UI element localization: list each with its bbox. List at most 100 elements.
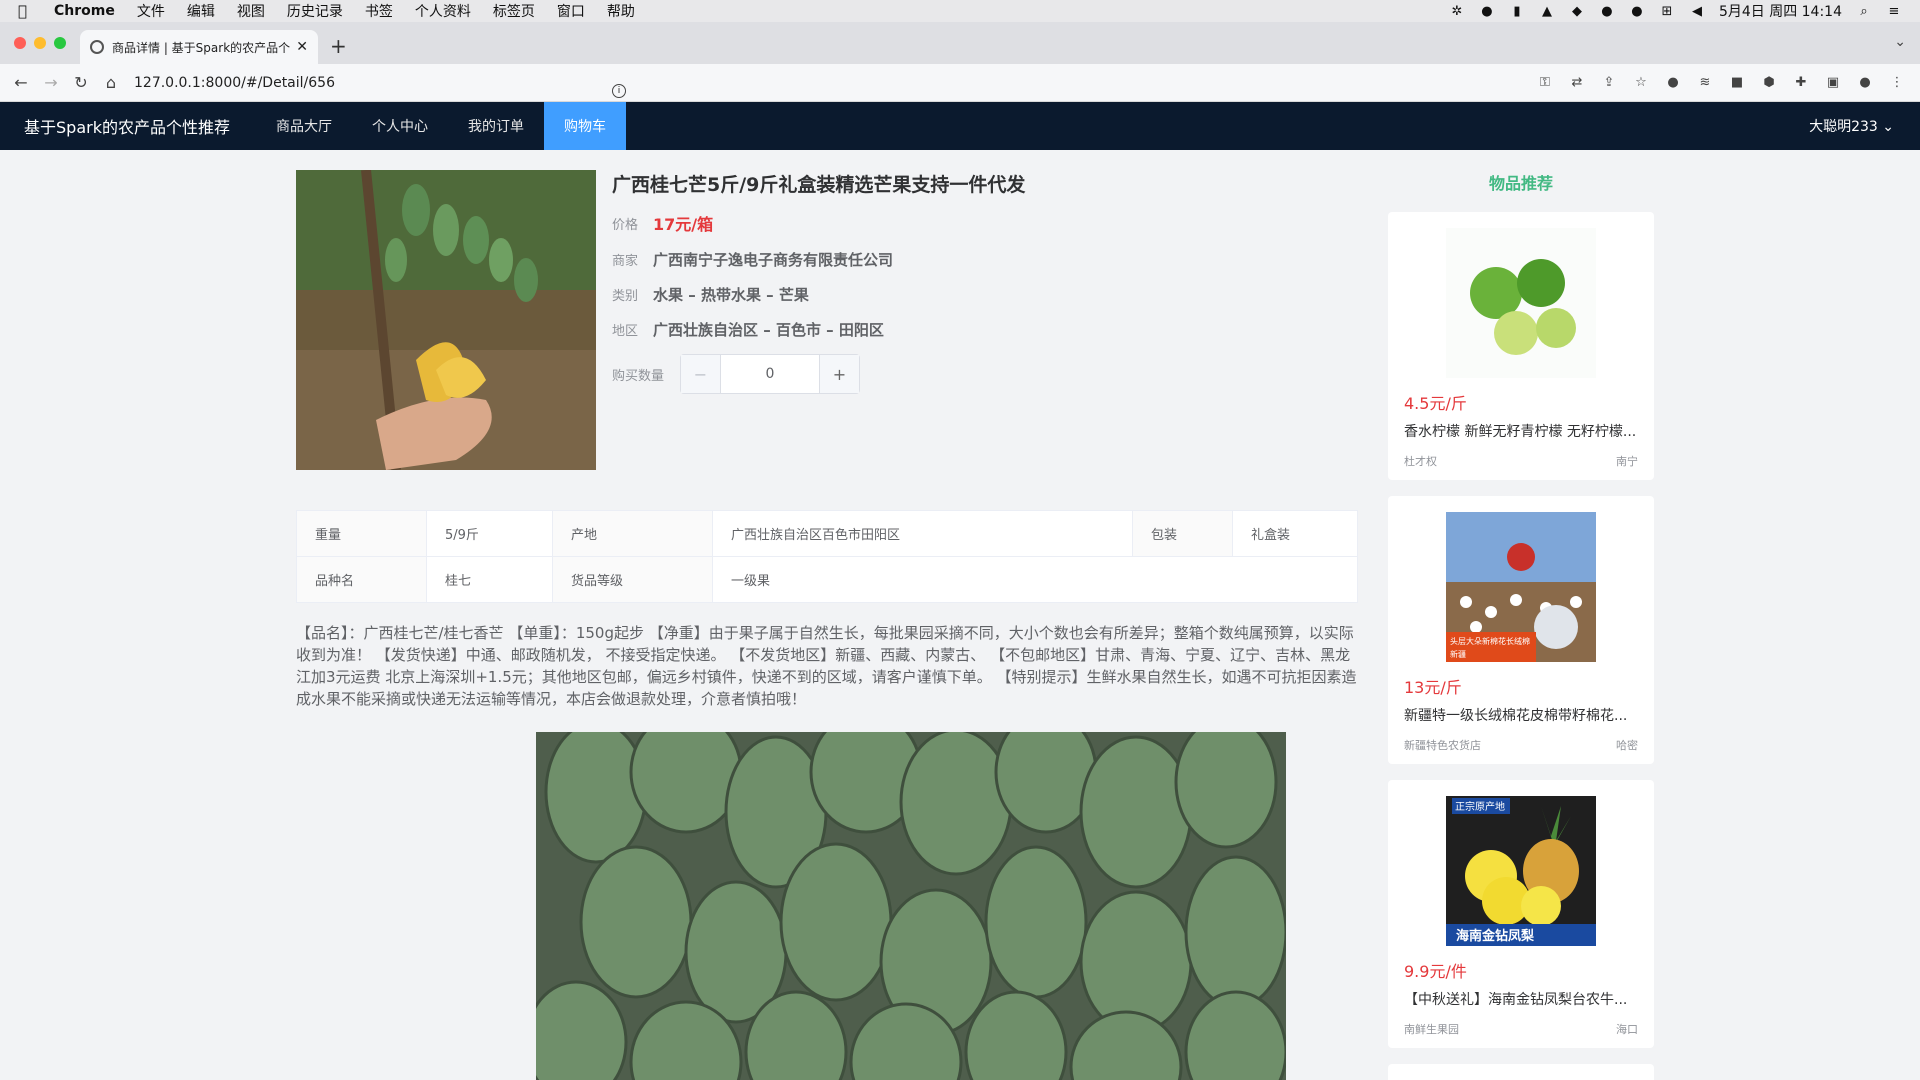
home-icon[interactable]: ⌂ bbox=[102, 73, 120, 92]
wechat-icon[interactable]: ● bbox=[1599, 4, 1615, 19]
mountain-icon[interactable]: ▲ bbox=[1539, 4, 1555, 19]
spec-key-grade: 货品等级 bbox=[552, 556, 713, 603]
table-row: 重量 5/9斤 产地 广西壮族自治区百色市田阳区 包装 礼盒装 bbox=[296, 510, 1358, 557]
item-shop: 南鲜生果园 bbox=[1404, 1023, 1459, 1036]
item-image-text: 正宗原产地 bbox=[1455, 800, 1505, 813]
site-info-icon[interactable]: i bbox=[612, 84, 626, 98]
item-name[interactable]: 【中秋送礼】海南金钻凤梨台农牛... bbox=[1404, 989, 1640, 1009]
category-label: 类别 bbox=[612, 289, 639, 304]
product-image bbox=[296, 170, 596, 470]
menu-bookmarks[interactable]: 书签 bbox=[365, 1, 393, 21]
forward-icon[interactable]: → bbox=[42, 73, 60, 92]
new-tab-icon[interactable]: + bbox=[330, 34, 347, 58]
spec-key-origin: 产地 bbox=[552, 510, 713, 557]
recommend-card[interactable]: 头层大朵新棉花长绒棉 新疆 13元/斤 新疆特一级长绒棉花皮棉带籽棉花... 新… bbox=[1388, 496, 1654, 764]
browser-tabstrip: 商品详情 | 基于Spark的农产品个 ✕ + ⌄ bbox=[0, 22, 1920, 64]
menubar-app-name[interactable]: Chrome bbox=[54, 3, 115, 19]
more-menu-icon[interactable]: ⋮ bbox=[1888, 74, 1906, 92]
nav-my-orders[interactable]: 我的订单 bbox=[448, 102, 544, 150]
menu-tabs[interactable]: 标签页 bbox=[493, 1, 535, 21]
input-method-icon[interactable]: ⊞ bbox=[1659, 4, 1675, 19]
close-window-icon[interactable] bbox=[14, 37, 26, 49]
reload-icon[interactable]: ↻ bbox=[72, 73, 90, 92]
menu-edit[interactable]: 编辑 bbox=[187, 1, 215, 21]
price-label: 价格 bbox=[612, 217, 639, 233]
address-bar[interactable]: i 127.0.0.1:8000/#/Detail/656 bbox=[134, 69, 626, 98]
item-price: 4.5元/斤 bbox=[1404, 394, 1467, 413]
spotlight-search-icon[interactable]: ⌕ bbox=[1856, 4, 1872, 19]
price-row: 价格 17元/箱 bbox=[612, 211, 1352, 235]
maximize-window-icon[interactable] bbox=[54, 37, 66, 49]
spec-key-variety: 品种名 bbox=[296, 556, 427, 603]
item-shop: 杜才权 bbox=[1404, 455, 1437, 468]
key-icon[interactable]: ⚿ bbox=[1536, 74, 1554, 92]
item-city: 南宁 bbox=[1616, 455, 1638, 468]
side-panel-icon[interactable]: ▣ bbox=[1824, 74, 1842, 92]
user-menu[interactable]: 大聪明233 ⌄ bbox=[1809, 116, 1894, 136]
menubar-clock[interactable]: 5月4日 周四 14:14 bbox=[1719, 1, 1842, 21]
close-tab-icon[interactable]: ✕ bbox=[296, 39, 308, 55]
extension-avatar-icon[interactable]: ● bbox=[1664, 74, 1682, 92]
back-icon[interactable]: ← bbox=[12, 73, 30, 92]
extension-hex-icon[interactable]: ⬢ bbox=[1760, 74, 1778, 92]
toolbar-actions: ⚿ ⇄ ⇪ ☆ ● ≋ ■ ⬢ ✚ ▣ ● ⋮ bbox=[1536, 74, 1906, 92]
macos-menubar:  Chrome 文件 编辑 视图 历史记录 书签 个人资料 标签页 窗口 帮助… bbox=[0, 0, 1920, 22]
item-image-text: 头层大朵新棉花长绒棉 bbox=[1450, 636, 1530, 646]
username: 大聪明233 bbox=[1809, 119, 1878, 135]
item-image-text: 新疆 bbox=[1450, 649, 1466, 659]
item-name[interactable]: 香水柠檬 新鲜无籽青柠檬 无籽柠檬... bbox=[1404, 421, 1640, 441]
volume-icon[interactable]: ◀ bbox=[1689, 4, 1705, 19]
item-city: 哈密 bbox=[1616, 739, 1638, 752]
badge-icon[interactable]: ◆ bbox=[1569, 4, 1585, 19]
menu-history[interactable]: 历史记录 bbox=[287, 1, 343, 21]
quantity-row: 购买数量 − 0 + bbox=[612, 354, 1352, 394]
chat-icon[interactable]: ● bbox=[1629, 4, 1645, 19]
globe-icon bbox=[90, 40, 104, 54]
bookmark-star-icon[interactable]: ☆ bbox=[1632, 74, 1650, 92]
translate-icon[interactable]: ⇄ bbox=[1568, 74, 1586, 92]
item-price: 9.9元/件 bbox=[1404, 962, 1467, 981]
browser-tab[interactable]: 商品详情 | 基于Spark的农产品个 ✕ bbox=[80, 30, 318, 64]
nav-product-hall[interactable]: 商品大厅 bbox=[256, 102, 352, 150]
menu-help[interactable]: 帮助 bbox=[607, 1, 635, 21]
gear-icon[interactable]: ✲ bbox=[1449, 4, 1465, 19]
share-icon[interactable]: ⇪ bbox=[1600, 74, 1618, 92]
minimize-window-icon[interactable] bbox=[34, 37, 46, 49]
region-row: 地区 广西壮族自治区 – 百色市 – 田阳区 bbox=[612, 319, 1352, 340]
signal-icon[interactable]: ▮ bbox=[1509, 4, 1525, 19]
nav-personal-center[interactable]: 个人中心 bbox=[352, 102, 448, 150]
site-brand[interactable]: 基于Spark的农产品个性推荐 bbox=[24, 114, 230, 138]
item-name[interactable]: 新疆特一级长绒棉花皮棉带籽棉花... bbox=[1404, 705, 1640, 725]
item-price: 13元/斤 bbox=[1404, 678, 1462, 697]
spec-value-variety: 桂七 bbox=[426, 556, 553, 603]
nav-cart[interactable]: 购物车 bbox=[543, 102, 626, 150]
record-icon[interactable]: ● bbox=[1479, 4, 1495, 19]
menu-profile[interactable]: 个人资料 bbox=[415, 1, 471, 21]
extensions-puzzle-icon[interactable]: ✚ bbox=[1792, 74, 1810, 92]
increase-button[interactable]: + bbox=[819, 355, 859, 393]
spec-value-origin: 广西壮族自治区百色市田阳区 bbox=[712, 510, 1133, 557]
apple-icon[interactable]:  bbox=[18, 2, 36, 20]
recommend-card[interactable]: 正宗原产地 海南金钻凤梨 9.9元/件 【中秋送礼】海南金钻凤梨台农牛... 南… bbox=[1388, 780, 1654, 1048]
menu-view[interactable]: 视图 bbox=[237, 1, 265, 21]
spec-table: 重量 5/9斤 产地 广西壮族自治区百色市田阳区 包装 礼盒装 品种名 桂七 货… bbox=[296, 510, 1358, 603]
decrease-button[interactable]: − bbox=[681, 355, 721, 393]
merchant-label: 商家 bbox=[612, 254, 639, 269]
menu-window[interactable]: 窗口 bbox=[557, 1, 585, 21]
quantity-label: 购买数量 bbox=[612, 368, 665, 384]
menu-file[interactable]: 文件 bbox=[137, 1, 165, 21]
profile-icon[interactable]: ● bbox=[1856, 74, 1874, 92]
quantity-stepper: − 0 + bbox=[680, 354, 860, 394]
spec-key-weight: 重量 bbox=[296, 510, 427, 557]
control-center-icon[interactable]: ≡ bbox=[1886, 4, 1902, 19]
recommend-card[interactable]: 4.5元/斤 香水柠檬 新鲜无籽青柠檬 无籽柠檬... 杜才权 南宁 bbox=[1388, 212, 1654, 480]
table-row: 品种名 桂七 货品等级 一级果 bbox=[296, 556, 1358, 603]
extension-wave-icon[interactable]: ≋ bbox=[1696, 74, 1714, 92]
quantity-input[interactable]: 0 bbox=[721, 355, 819, 393]
url-text[interactable]: 127.0.0.1:8000/#/Detail/656 bbox=[134, 75, 335, 91]
recommend-card[interactable] bbox=[1388, 1064, 1654, 1080]
product-description: 【品名】：广西桂七芒/桂七香芒 【单重】：150g起步 【净重】由于果子属于自然… bbox=[296, 624, 1357, 708]
tab-search-icon[interactable]: ⌄ bbox=[1894, 34, 1906, 50]
extension-badge-icon[interactable]: ■ bbox=[1728, 74, 1746, 92]
tab-title: 商品详情 | 基于Spark的农产品个 bbox=[112, 40, 291, 55]
